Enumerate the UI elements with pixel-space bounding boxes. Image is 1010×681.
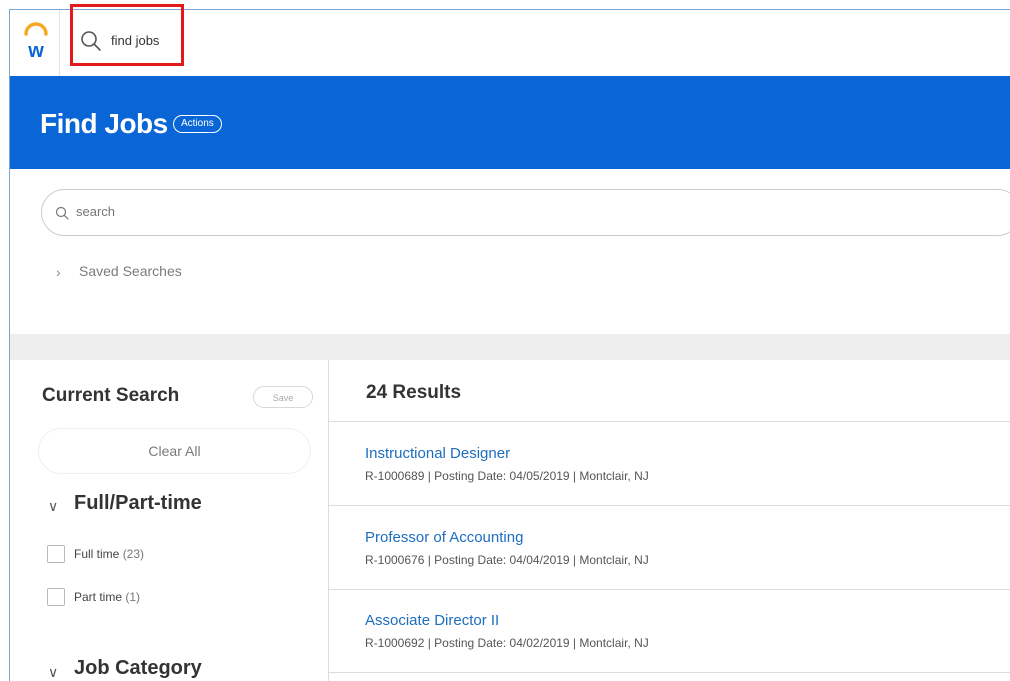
facet-title-job-category[interactable]: Job Category	[74, 657, 202, 680]
job-search-input[interactable]	[76, 204, 676, 219]
job-title-link[interactable]: Professor of Accounting	[365, 529, 523, 546]
logo-divider	[59, 10, 60, 76]
search-icon	[55, 206, 69, 220]
facet-option-count: (23)	[122, 547, 145, 561]
saved-searches-link[interactable]: Saved Searches	[79, 263, 182, 279]
checkbox-part-time[interactable]	[47, 588, 65, 606]
save-search-button[interactable]: Save	[253, 386, 313, 408]
facet-option-label: Full time	[74, 547, 120, 561]
chevron-right-icon[interactable]: ›	[56, 264, 61, 280]
page-header: Find Jobs Actions	[10, 76, 1010, 169]
current-search-heading: Current Search	[42, 385, 180, 406]
job-meta: R-1000689 | Posting Date: 04/05/2019 | M…	[365, 469, 649, 483]
chevron-down-icon[interactable]: ∨	[48, 664, 58, 681]
facet-option-label: Part time	[74, 590, 123, 604]
results-divider	[329, 589, 1010, 590]
highlight-box	[70, 4, 184, 66]
job-title-link[interactable]: Instructional Designer	[365, 445, 510, 462]
facet-title-full-part-time[interactable]: Full/Part-time	[74, 492, 202, 515]
chevron-down-icon[interactable]: ∨	[48, 498, 58, 515]
results-divider	[329, 421, 1010, 422]
panel-divider	[328, 360, 329, 681]
results-count: 24 Results	[366, 382, 462, 403]
job-title-link[interactable]: Associate Director II	[365, 612, 499, 629]
checkbox-full-time[interactable]	[47, 545, 65, 563]
svg-text:w: w	[27, 40, 44, 62]
actions-button[interactable]: Actions	[173, 115, 222, 133]
facet-option-part-time[interactable]: Part time (1)	[74, 590, 140, 604]
job-search-box[interactable]	[41, 189, 1010, 236]
clear-all-button[interactable]: Clear All	[38, 428, 311, 474]
facet-option-full-time[interactable]: Full time (23)	[74, 547, 144, 561]
job-meta: R-1000692 | Posting Date: 04/02/2019 | M…	[365, 636, 649, 650]
results-divider	[329, 505, 1010, 506]
facet-option-count: (1)	[125, 590, 141, 604]
page-title: Find Jobs	[40, 108, 168, 139]
section-divider-band	[10, 334, 1010, 360]
job-meta: R-1000676 | Posting Date: 04/04/2019 | M…	[365, 553, 649, 567]
workday-logo-icon[interactable]: w	[22, 22, 50, 62]
results-divider	[329, 672, 1010, 673]
